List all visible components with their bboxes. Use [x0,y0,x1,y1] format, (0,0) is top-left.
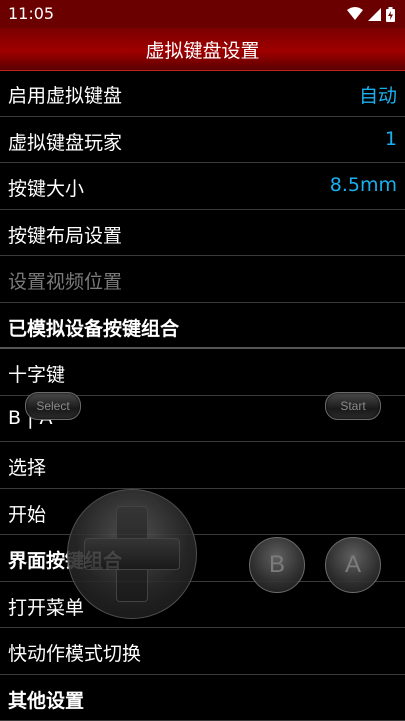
combo-item-dpad[interactable]: 十字键 [0,349,405,396]
setting-label: 快动作模式切换 [8,639,141,666]
setting-label: 十字键 [8,360,65,387]
setting-button-layout[interactable]: 按键布局设置 [0,210,405,257]
combo-item-start[interactable]: 开始 [0,489,405,536]
setting-value: 1 [385,128,397,150]
combo-item-select[interactable]: 选择 [0,442,405,489]
setting-label: 虚拟键盘玩家 [8,128,122,155]
a-button[interactable]: A [325,537,381,593]
status-bar: 11:05 [0,0,405,28]
setting-label: 启用虚拟键盘 [8,81,122,108]
setting-label: 设置视频位置 [8,267,122,294]
section-title: 其他设置 [8,686,84,713]
setting-label: 按键布局设置 [8,221,122,248]
setting-label: 开始 [8,500,46,527]
setting-video-position: 设置视频位置 [0,256,405,303]
select-button[interactable]: Select [25,392,81,420]
setting-value: 自动 [359,81,397,108]
setting-enable-virtual-keyboard[interactable]: 启用虚拟键盘 自动 [0,70,405,117]
section-header-emulated-combos: 已模拟设备按键组合 [0,303,405,350]
setting-label: 打开菜单 [8,593,84,620]
start-button[interactable]: Start [325,392,381,420]
setting-label: 选择 [8,453,46,480]
page-title: 虚拟键盘设置 [0,36,405,63]
section-title: 已模拟设备按键组合 [8,314,179,341]
setting-virtual-keyboard-player[interactable]: 虚拟键盘玩家 1 [0,117,405,164]
wifi-icon [347,7,363,21]
dpad-horizontal-arm [84,538,180,570]
signal-icon [368,8,381,21]
section-header-other-settings: 其他设置 [0,675,405,721]
status-time: 11:05 [8,4,54,23]
app-bar: 虚拟键盘设置 [0,28,405,71]
setting-button-size[interactable]: 按键大小 8.5mm [0,163,405,210]
setting-value: 8.5mm [330,174,397,196]
combo-item-fast-forward-toggle[interactable]: 快动作模式切换 [0,628,405,675]
dpad-control[interactable] [67,489,197,619]
b-button[interactable]: B [249,537,305,593]
battery-icon [386,7,395,22]
setting-label: 按键大小 [8,174,84,201]
status-icons [347,6,395,22]
